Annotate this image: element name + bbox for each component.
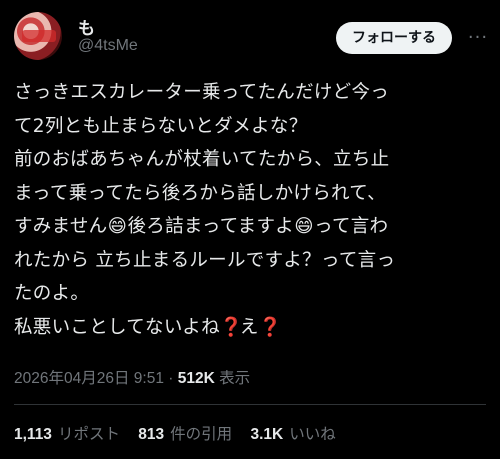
display-name[interactable]: も xyxy=(78,14,95,39)
tweet-header: も @4tsMe フォローする ··· xyxy=(14,12,487,60)
tweet-text-segment: え xyxy=(239,316,259,338)
tweet-meta: 2026年04月26日 9:51 · 512K 表示 xyxy=(14,366,250,388)
avatar[interactable] xyxy=(14,12,62,60)
tweet-text-segment: すみません xyxy=(14,216,108,237)
tweet-text: さっきエスカレーター乗ってたんだけど今っ て2列とも止まらないとダメよな？ 前の… xyxy=(14,76,490,344)
user-handle[interactable]: @4tsMe xyxy=(78,37,138,55)
engagement-stats: 1,113 リポスト 813 件の引用 3.1K いいね xyxy=(14,422,350,444)
tweet-line: て2列とも止まらないとダメよな？ xyxy=(14,115,308,137)
likes-stat[interactable]: 3.1K いいね xyxy=(250,426,335,443)
divider xyxy=(14,404,486,405)
more-options-icon[interactable]: ··· xyxy=(466,22,490,54)
grinning-face-emoji-icon: 😄 xyxy=(294,216,314,237)
tweet-text-segment: 私悪いことしてないよね xyxy=(14,316,220,338)
tweet-line: たのよ。 xyxy=(14,283,90,304)
meta-separator: · xyxy=(168,370,174,387)
tweet-text-segment: 後ろ詰まってますよ xyxy=(127,216,295,237)
quotes-count: 813 xyxy=(138,426,165,443)
quotes-stat[interactable]: 813 件の引用 xyxy=(138,426,232,443)
likes-count: 3.1K xyxy=(250,426,284,443)
tweet-line: まって乗ってたら後ろから話しかけられて、 xyxy=(14,182,386,204)
grinning-face-emoji-icon: 😄 xyxy=(107,216,128,237)
red-question-mark-icon: ❓ xyxy=(219,316,244,338)
red-question-mark-icon: ❓ xyxy=(258,316,283,338)
follow-button[interactable]: フォローする xyxy=(336,22,452,54)
tweet-text-segment: って言わ xyxy=(314,216,389,237)
reposts-count: 1,113 xyxy=(14,426,52,443)
tweet-line: 私悪いことしてないよね❓え❓ xyxy=(14,311,490,345)
quotes-label: 件の引用 xyxy=(170,426,233,443)
tweet-line: さっきエスカレーター乗ってたんだけど今っ xyxy=(14,82,390,103)
views-count: 512K xyxy=(177,370,215,387)
reposts-label: リポスト xyxy=(57,426,120,443)
tweet-line: すみません😄後ろ詰まってますよ😄って言わ xyxy=(14,210,490,244)
likes-label: いいね xyxy=(289,426,336,443)
timestamp[interactable]: 2026年04月26日 9:51 xyxy=(14,370,164,387)
tweet-line: 前のおばあちゃんが杖着いてたから、立ち止 xyxy=(14,149,390,170)
views-label: 表示 xyxy=(219,370,251,387)
reposts-stat[interactable]: 1,113 リポスト xyxy=(14,426,120,443)
tweet-line: れたから 立ち止まるルールですよ？って言っ xyxy=(14,249,396,271)
